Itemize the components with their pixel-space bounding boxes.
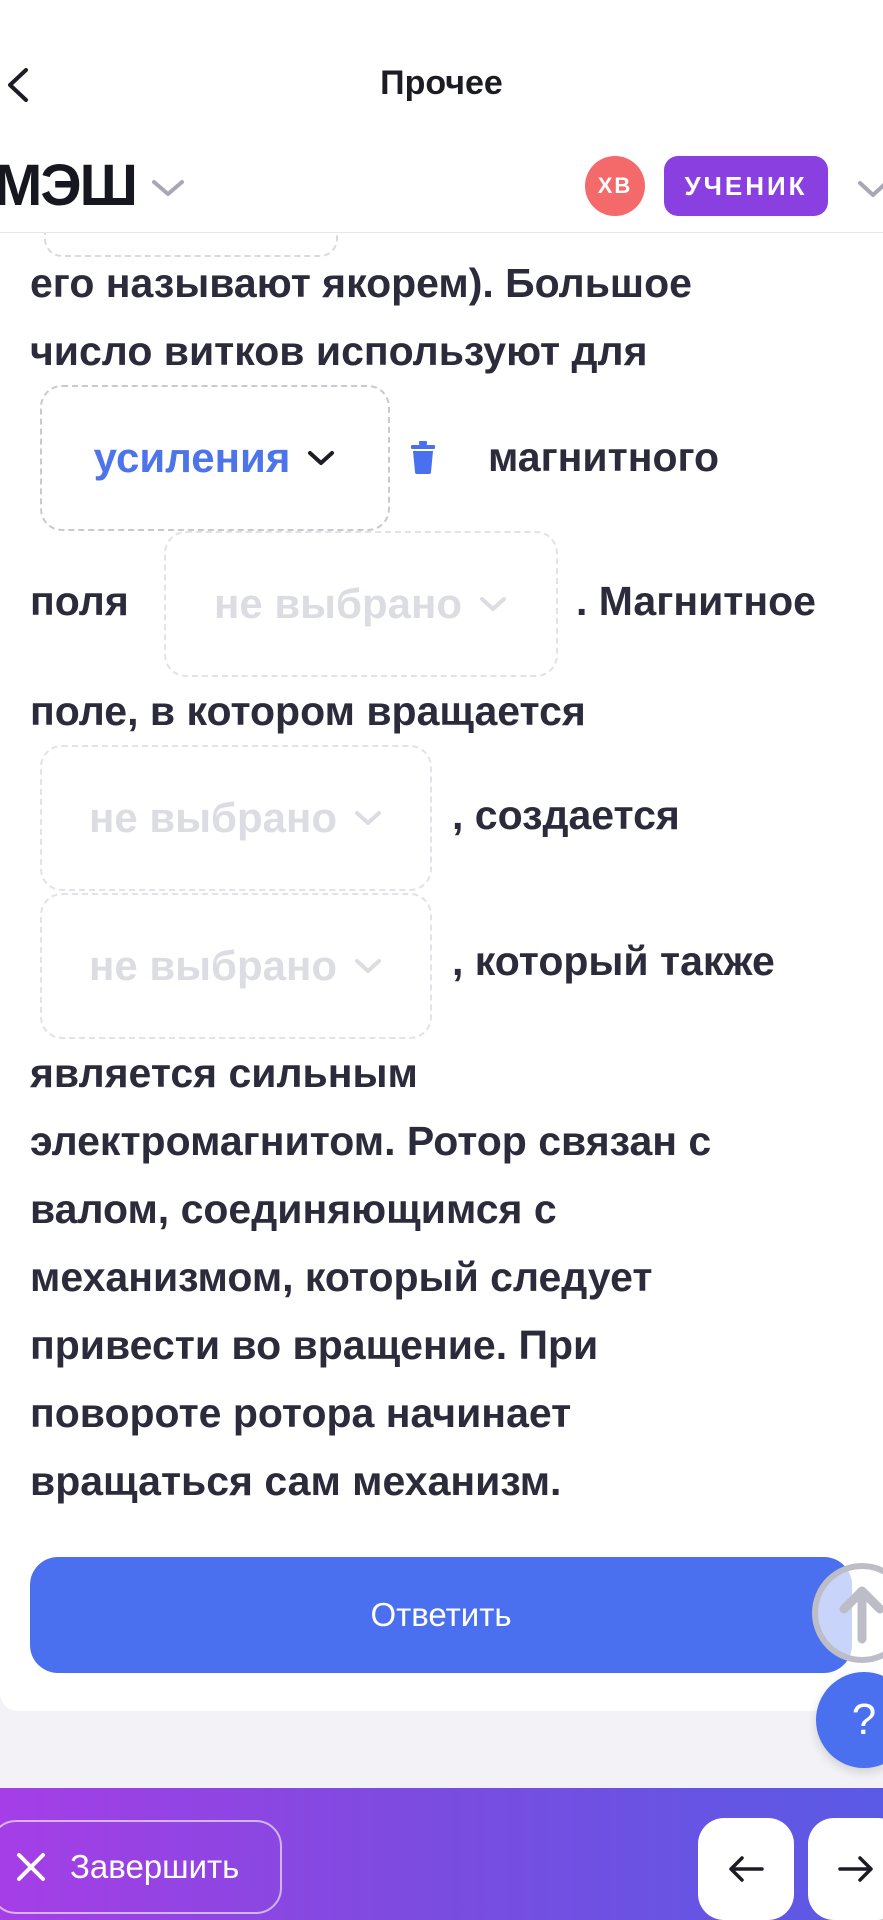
answer-dropdown-2[interactable]: не выбрано — [164, 531, 558, 677]
chevron-down-icon — [355, 959, 382, 973]
role-badge[interactable]: УЧЕНИК — [664, 156, 828, 216]
task-text-line: является сильным — [30, 1050, 418, 1096]
arrow-left-icon — [729, 1856, 764, 1882]
arrow-right-icon — [838, 1856, 873, 1882]
task-text-line: его называют якорем). Большое — [30, 260, 692, 306]
chevron-down-icon — [480, 597, 507, 611]
dropdown-value: не выбрано — [88, 794, 338, 841]
dropdown-value: не выбрано — [88, 942, 338, 989]
answer-dropdown-4[interactable]: не выбрано — [40, 893, 432, 1039]
avatar[interactable]: ХВ — [585, 156, 645, 216]
trash-icon[interactable] — [408, 439, 438, 475]
task-text-fragment: , который также — [452, 938, 775, 984]
dropdown-value: усиления — [93, 434, 291, 481]
next-question-button[interactable] — [808, 1818, 883, 1920]
arrow-up-icon — [839, 1586, 883, 1644]
task-text-line: электромагнитом. Ротор связан с — [30, 1118, 712, 1164]
task-text-fragment: поля — [30, 578, 129, 624]
answer-dropdown-3[interactable]: не выбрано — [40, 745, 432, 891]
task-text-fragment: , создается — [452, 792, 680, 838]
chevron-down-icon[interactable] — [150, 174, 186, 202]
bottom-action-bar: Завершить — [0, 1788, 883, 1920]
task-text-fragment: . Магнитное — [576, 578, 816, 624]
answer-dropdown-1[interactable]: усиления — [40, 385, 390, 531]
task-text-line: число витков используют для — [30, 328, 648, 374]
task-card: его называют якорем). Большое число витк… — [0, 233, 883, 1711]
top-navigation-bar: Прочее — [0, 0, 883, 132]
task-text-line: повороте ротора начинает — [30, 1390, 572, 1436]
page-title: Прочее — [380, 64, 503, 102]
chevron-down-icon[interactable] — [856, 176, 883, 202]
logo[interactable]: МЭШ — [0, 152, 138, 219]
finish-button[interactable]: Завершить — [0, 1820, 282, 1914]
chevron-down-icon — [308, 451, 335, 465]
close-icon — [17, 1853, 45, 1881]
task-text-line: вращаться сам механизм. — [30, 1458, 562, 1504]
task-text-fragment: магнитного — [488, 434, 720, 480]
previous-question-button[interactable] — [698, 1818, 794, 1920]
task-text-line: механизмом, который следует — [30, 1254, 653, 1300]
app-header: МЭШ ХВ УЧЕНИК — [0, 132, 883, 234]
task-text-line: привести во вращение. При — [30, 1322, 599, 1368]
answer-button[interactable]: Ответить — [30, 1557, 852, 1673]
task-text-line: валом, соединяющимся с — [30, 1186, 557, 1232]
task-text-line: поле, в котором вращается — [30, 688, 586, 734]
scroll-to-top-button[interactable] — [812, 1563, 883, 1663]
dropdown-value: не выбрано — [213, 580, 463, 627]
chevron-down-icon — [355, 811, 382, 825]
dropdown-placeholder-partial — [44, 233, 338, 257]
finish-label: Завершить — [70, 1848, 240, 1885]
